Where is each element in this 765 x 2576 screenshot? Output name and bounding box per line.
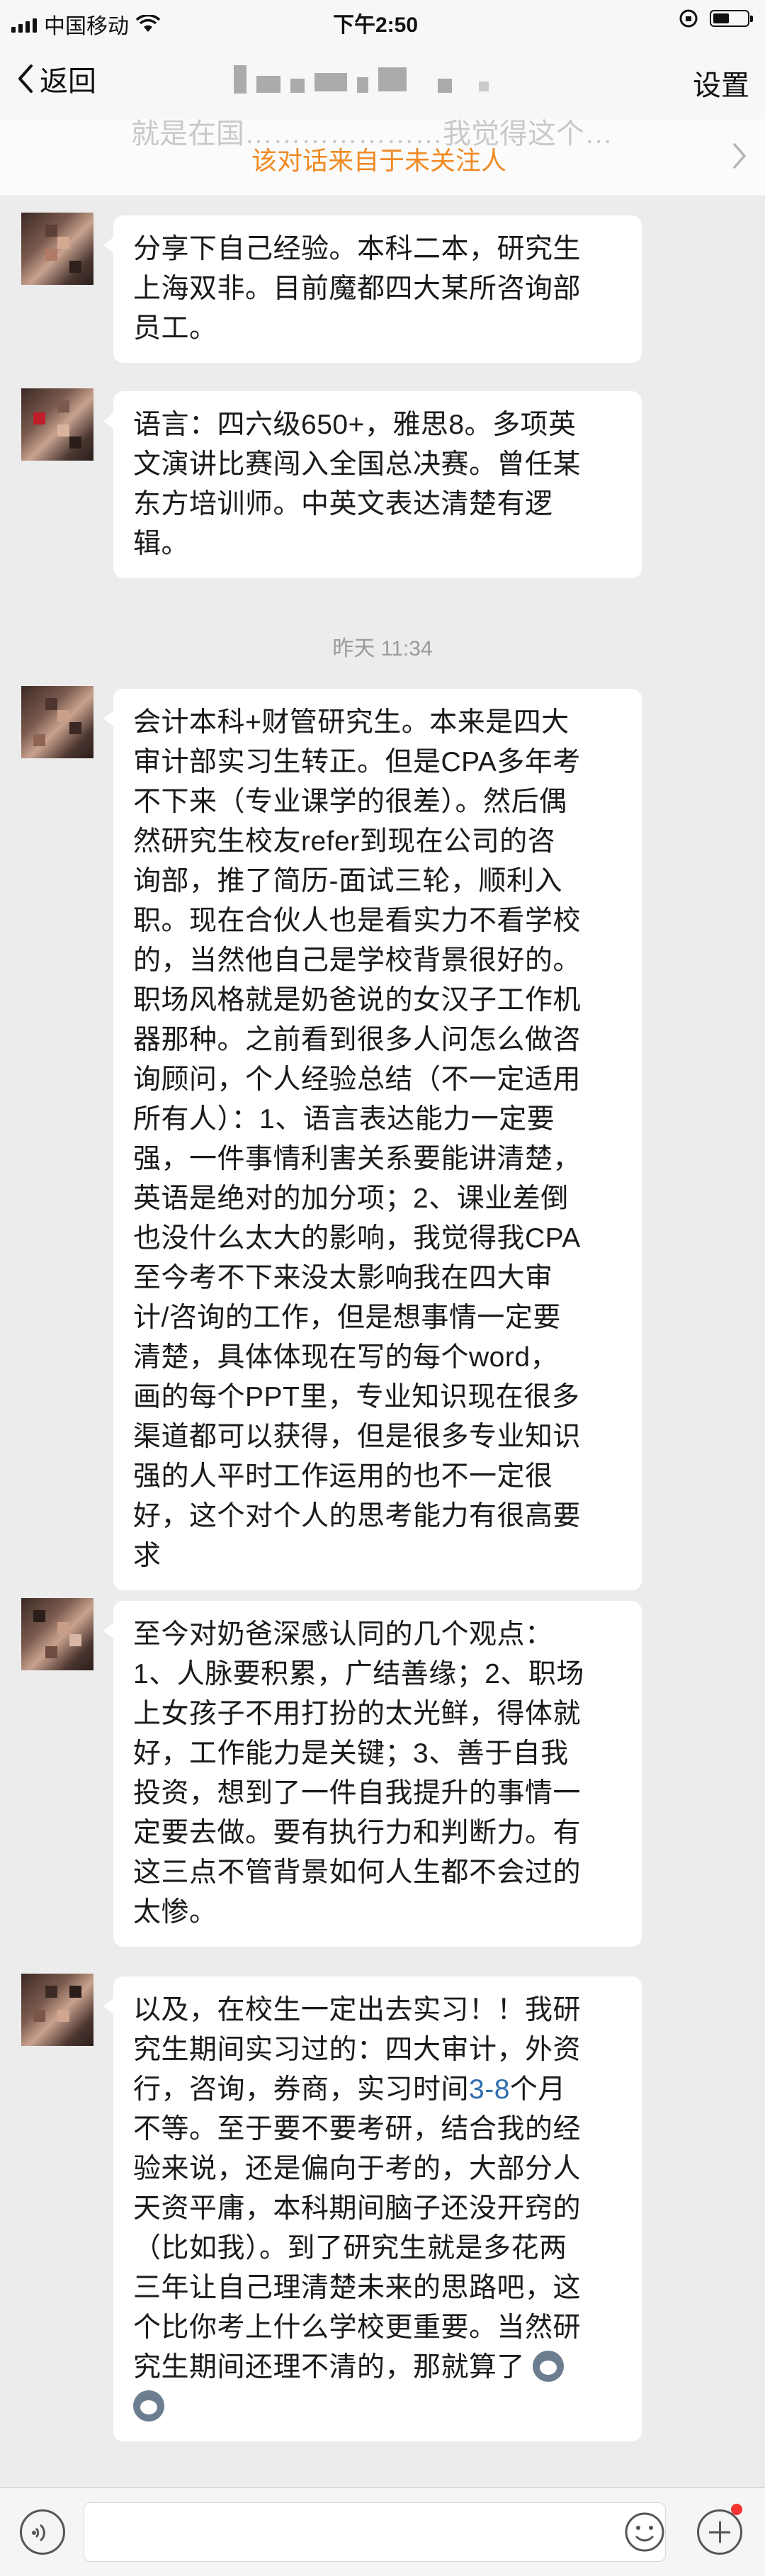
message-line: 器那种。之前看到很多人问怎么做咨 <box>133 1025 582 1055</box>
message-line: 强，一件事情利害关系要能讲清楚， <box>133 1144 582 1174</box>
timestamp: 昨天 11:34 <box>332 637 433 660</box>
message-line: 强的人平时工作运用的也不一定很 <box>133 1461 553 1492</box>
message-line: 不下来（专业课学的很差）。然后偶 <box>133 787 567 817</box>
message-line: 语言：四六级650+，雅思8。多项英 <box>133 410 577 440</box>
back-button[interactable]: 返回 <box>16 58 96 99</box>
message-text: 行，咨询，券商，实习时间 <box>133 2074 470 2105</box>
settings-button[interactable]: 设置 <box>693 62 749 103</box>
status-right <box>679 9 753 28</box>
message-line: 辑。 <box>133 529 190 559</box>
message-text: 究生期间还理不清的，那就算了 <box>133 2352 526 2383</box>
unfollowed-notice-banner[interactable]: 就是在国…………………我觉得这个… 该对话来自于未关注人 <box>0 119 765 196</box>
message-line: 审计部实习生转正。但是CPA多年考 <box>133 747 581 777</box>
contact-name-redacted <box>234 65 489 94</box>
message-bubble[interactable]: 语言：四六级650+，雅思8。多项英 文演讲比赛闯入全国总决赛。曾任某 东方培训… <box>103 391 642 578</box>
nav-bar: 返回 设置 <box>0 41 765 120</box>
message-bubble[interactable]: 至今对奶爸深感认同的几个观点： 1、人脉要积累，广结善缘；2、职场 上女孩子不用… <box>103 1601 642 1947</box>
message-line <box>133 2387 623 2427</box>
chevron-right-icon <box>733 143 746 169</box>
input-bar <box>0 2487 765 2576</box>
message-line: 询顾问，个人经验总结（不一定适用 <box>133 1064 582 1095</box>
message-line: 三年让自己理清楚未来的思路吧，这 <box>133 2273 582 2303</box>
message-line: 也没什么太大的影响，我觉得我CPA <box>133 1223 581 1254</box>
message-line: 然研究生校友refer到现在公司的咨 <box>133 826 556 857</box>
back-label: 返回 <box>40 66 96 97</box>
status-left: 中国移动 <box>11 9 160 40</box>
message-line: 究生期间实习过的：四大审计，外资 <box>133 2035 582 2065</box>
doge-emoji-icon <box>133 2390 164 2422</box>
status-time: 下午2:50 <box>333 13 419 37</box>
message-line: 投资，想到了一件自我提升的事情一 <box>133 1778 582 1809</box>
number-link[interactable]: 3-8 <box>469 2074 510 2105</box>
message-line: 验来说，还是偏向于考的，大部分人 <box>133 2154 582 2184</box>
message-line: 员工。 <box>133 313 217 344</box>
voice-input-button[interactable] <box>20 2509 65 2555</box>
message-line: 东方培训师。中英文表达清楚有逻 <box>133 489 553 519</box>
message-line: 文演讲比赛闯入全国总决赛。曾任某 <box>133 449 582 480</box>
message-line: 的，当然他自己是学校背景很好的。 <box>133 945 582 976</box>
message-line: 求 <box>133 1541 162 1571</box>
message-line: 这三点不管背景如何人生都不会过的 <box>133 1857 582 1888</box>
message-line: 至今考不下来没太影响我在四大审 <box>133 1263 553 1293</box>
signal-icon <box>11 16 37 33</box>
avatar[interactable] <box>21 686 94 758</box>
message-line: 上女孩子不用打扮的太光鲜，得体就 <box>133 1699 582 1729</box>
message-line: 天资平庸，本科期间脑子还没开窍的 <box>133 2193 582 2224</box>
message-line: 画的每个PPT里，专业知识现在很多 <box>133 1382 580 1412</box>
message-line: 职。现在合伙人也是看实力不看学校 <box>133 906 582 936</box>
more-options-button[interactable] <box>697 2509 742 2555</box>
message-line: 会计本科+财管研究生。本来是四大 <box>133 707 570 738</box>
message-text: 个月 <box>509 2074 566 2105</box>
message-line: 至今对奶爸深感认同的几个观点： <box>133 1619 553 1650</box>
message-line: 定要去做。要有执行力和判断力。有 <box>133 1818 582 1848</box>
message-line: 英语是绝对的加分项；2、课业差倒 <box>133 1183 569 1214</box>
notice-text: 该对话来自于未关注人 <box>251 146 507 175</box>
message-line: 分享下自己经验。本科二本，研究生 <box>133 234 582 264</box>
message-line: 究生期间还理不清的，那就算了 <box>133 2348 623 2387</box>
message-line: 好，这个对个人的思考能力有很高要 <box>133 1501 582 1531</box>
chevron-left-icon <box>18 64 33 93</box>
avatar[interactable] <box>21 1598 94 1670</box>
message-line: 好，工作能力是关键；3、善于自我 <box>133 1738 569 1769</box>
message-line: 职场风格就是奶爸说的女汉子工作机 <box>133 985 582 1016</box>
message-bubble[interactable]: 以及，在校生一定出去实习！！我研 究生期间实习过的：四大审计，外资 行，咨询，券… <box>103 1976 642 2441</box>
message-bubble[interactable]: 分享下自己经验。本科二本，研究生 上海双非。目前魔都四大某所咨询部 员工。 <box>103 215 642 363</box>
avatar[interactable] <box>21 388 94 461</box>
emoji-button[interactable] <box>623 2511 666 2553</box>
message-line: 清楚，具体体现在写的每个word， <box>133 1342 559 1373</box>
carrier-label: 中国移动 <box>44 15 129 38</box>
message-line: 询部，推了简历-面试三轮，顺利入 <box>133 866 562 896</box>
message-line: 行，咨询，券商，实习时间3-8个月 <box>133 2070 623 2110</box>
message-line: 所有人）：1、语言表达能力一定要 <box>133 1104 555 1135</box>
doge-emoji-icon <box>533 2351 565 2382</box>
notification-dot <box>731 2504 742 2515</box>
message-line: 太惨。 <box>133 1897 217 1928</box>
battery-icon <box>710 10 753 27</box>
status-bar: 中国移动 下午2:50 <box>0 0 765 41</box>
voice-icon <box>32 2524 45 2542</box>
message-line: 个比你考上什么学校更重要。当然研 <box>133 2312 582 2343</box>
message-line: （比如我）。到了研究生就是多花两 <box>133 2233 567 2263</box>
message-line: 以及，在校生一定出去实习！！我研 <box>133 1995 582 2025</box>
orientation-lock-icon <box>679 9 698 28</box>
message-bubble[interactable]: 会计本科+财管研究生。本来是四大 审计部实习生转正。但是CPA多年考 不下来（专… <box>103 689 642 1590</box>
message-line: 1、人脉要积累，广结善缘；2、职场 <box>133 1659 584 1689</box>
message-line: 渠道都可以获得，但是很多专业知识 <box>133 1422 582 1452</box>
avatar[interactable] <box>21 1974 94 2046</box>
message-line: 不等。至于要不要考研，结合我的经 <box>133 2114 582 2144</box>
avatar[interactable] <box>21 213 94 285</box>
message-input[interactable] <box>84 2502 666 2562</box>
wifi-icon <box>136 15 160 32</box>
message-line: 上海双非。目前魔都四大某所咨询部 <box>133 274 582 304</box>
message-line: 计/咨询的工作，但是想事情一定要 <box>133 1303 561 1333</box>
